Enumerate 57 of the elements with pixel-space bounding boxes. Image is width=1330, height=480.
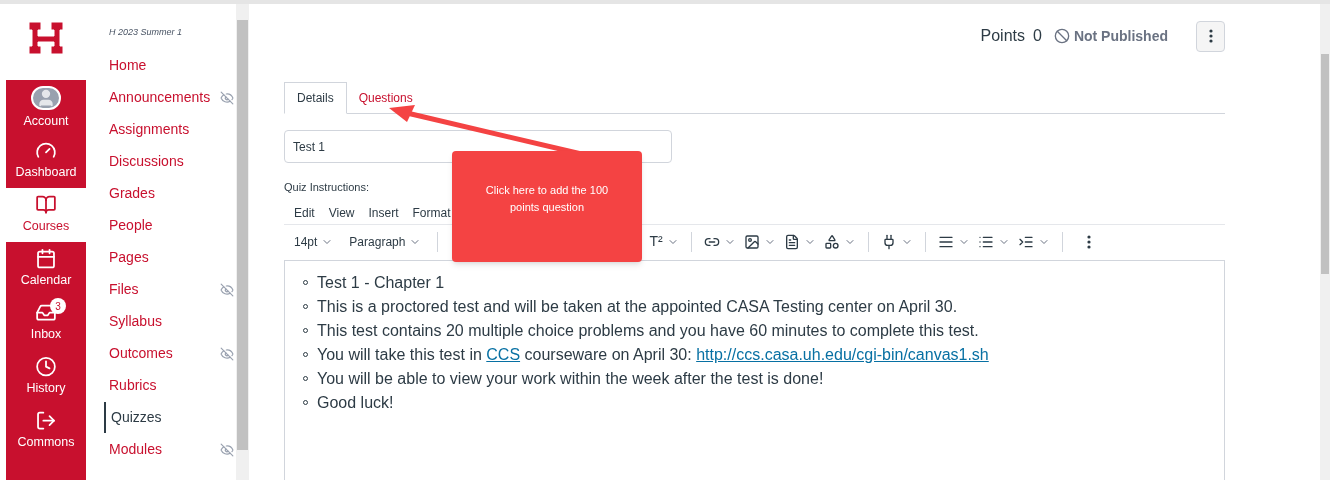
block-format-dropdown[interactable]: Paragraph [349,232,422,251]
shapes-icon [823,233,840,250]
callout: Click here to add the 100 points question [452,151,642,262]
points-label: Points [980,26,1025,46]
course-nav-link[interactable]: Pages [104,247,149,268]
image-dropdown[interactable] [743,233,776,250]
term-label: H 2023 Summer 1 [109,26,184,39]
image-icon [743,233,760,250]
course-nav-link[interactable]: Modules [104,439,162,460]
tab[interactable]: Details [284,82,347,114]
document-icon [783,233,800,250]
more-icon [1208,29,1213,43]
font-size-dropdown[interactable]: 14pt [294,232,334,251]
more-icon [1086,234,1091,249]
document-dropdown[interactable] [783,233,816,250]
menu-item[interactable]: Format [412,203,451,222]
course-nav-link[interactable]: Files [104,279,139,300]
nav-item[interactable]: 3 Inbox [6,296,86,350]
unpublished-icon [1053,28,1070,44]
link[interactable]: http://ccs.casa.uh.edu/cgi-bin/canvas1.sh [696,345,989,363]
course-nav-link[interactable]: Discussions [104,151,184,172]
course-nav-link[interactable]: Outcomes [104,343,173,364]
superscript-dropdown[interactable]: T² [649,231,679,252]
list-text: You will take this test in CCS courseware on April 30: http://ccs.casa.uh.edu/cgi-bin/canvas1.sh [317,344,989,365]
avatar-icon [31,86,61,110]
clock-icon [34,356,58,378]
course-nav-link[interactable]: Quizzes [104,402,162,433]
tab[interactable]: Questions [346,82,425,114]
list-text: Good luck! [317,392,394,413]
menu-item[interactable]: View [328,203,355,222]
course-nav-link[interactable]: Home [104,55,147,76]
link[interactable]: CCS [486,345,521,363]
course-nav-link[interactable]: Rubrics [104,375,157,396]
course-nav-link[interactable]: People [104,215,153,236]
course-nav-link[interactable]: Grades [104,183,155,204]
nav-item[interactable]: Commons [6,404,86,458]
list-text: Test 1 - Chapter 1 [317,272,445,293]
menu-item[interactable]: Edit [294,203,315,222]
calendar-icon [34,248,58,270]
shapes-dropdown[interactable] [823,233,856,250]
count-badge: 3 [50,298,66,314]
course-nav-link[interactable]: Syllabus [104,311,162,332]
course-nav-link[interactable]: Announcements [104,87,211,108]
book-icon [34,194,58,216]
nav-item[interactable]: Courses [6,188,86,242]
instructions-label: Quiz Instructions: [284,180,369,195]
publish-status: Not Published [1073,26,1168,46]
nav-item[interactable]: Dashboard [6,134,86,188]
list-text: This test contains 20 multiple choice problems and you have 60 minutes to complete this test. [317,320,979,341]
menu-item[interactable]: Insert [368,203,399,222]
nav-item[interactable]: History [6,350,86,404]
course-nav-link[interactable]: Assignments [104,119,190,140]
list-text: This is a proctored test and will be taken at the appointed CASA Testing center on April 30. [317,296,958,317]
nav-item[interactable]: Calendar [6,242,86,296]
list-text: You will be able to view your work within the week after the test is done! [317,368,824,389]
nav-item[interactable]: Account [6,80,86,134]
points-value: 0 [1032,26,1042,46]
